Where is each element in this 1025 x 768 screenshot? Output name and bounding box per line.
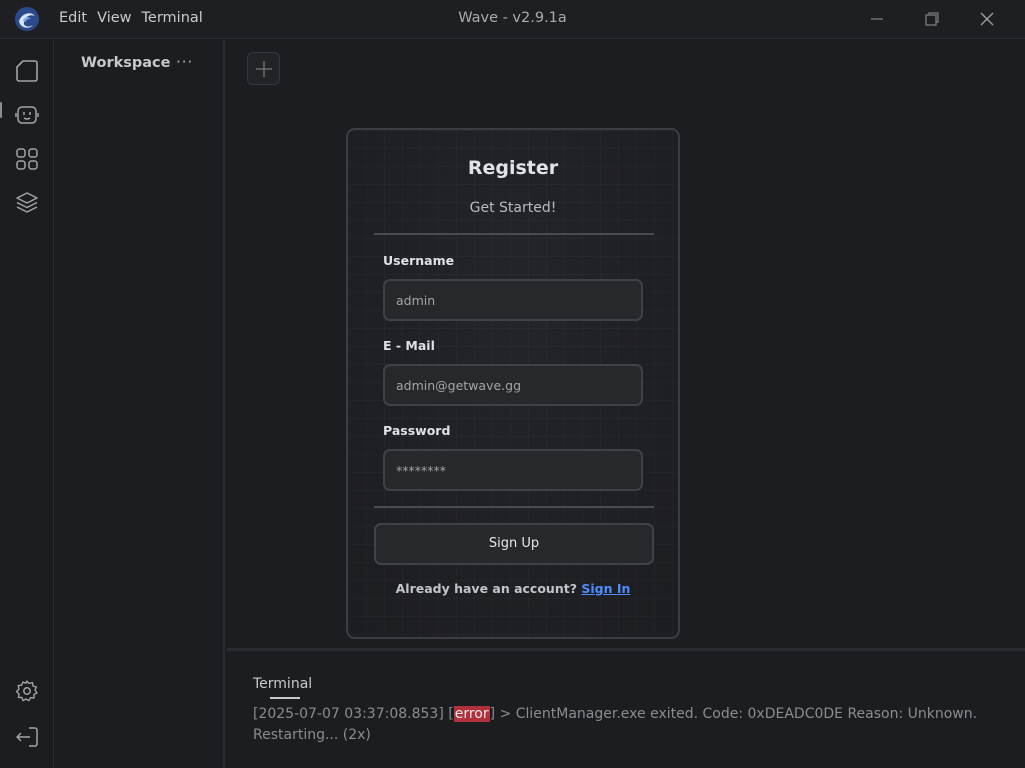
sign-up-button[interactable]: Sign Up (374, 523, 654, 565)
terminal-log-line: [2025-07-07 03:37:08.853] [error] > Clie… (253, 706, 978, 743)
sign-in-link[interactable]: Sign In (581, 581, 630, 596)
files-button[interactable] (14, 58, 40, 84)
apps-grid-icon (16, 148, 38, 170)
minimize-icon (871, 18, 883, 20)
workspace-more-button[interactable]: ··· (176, 53, 193, 71)
close-button[interactable] (977, 9, 997, 29)
settings-button[interactable] (14, 678, 40, 704)
terminal-tab-underline (270, 697, 300, 699)
log-level-badge: error (453, 706, 490, 722)
wave-logo-icon[interactable] (14, 6, 40, 32)
close-icon (980, 12, 994, 26)
tab-terminal[interactable]: Terminal (253, 676, 312, 692)
maximize-button[interactable] (922, 9, 942, 29)
username-label: Username (383, 253, 455, 268)
logout-icon (16, 727, 38, 747)
file-icon (16, 60, 38, 82)
already-text: Already have an account? (395, 581, 577, 596)
logout-button[interactable] (14, 724, 40, 750)
sign-in-prompt: Already have an account? Sign In (348, 581, 678, 596)
workspace-title: Workspace (81, 55, 171, 71)
gear-icon (15, 680, 38, 702)
active-indicator (0, 102, 2, 118)
menu-view[interactable]: View (97, 10, 131, 26)
menu-bar: Edit View Terminal (59, 10, 203, 26)
layers-icon (16, 192, 38, 213)
menu-terminal[interactable]: Terminal (142, 10, 203, 26)
username-input[interactable] (383, 279, 643, 321)
assistant-button[interactable] (14, 102, 40, 128)
email-input[interactable] (383, 364, 643, 406)
activity-bar (0, 40, 54, 768)
terminal-panel: Terminal [2025-07-07 03:37:08.853] [erro… (227, 648, 1025, 768)
layers-button[interactable] (14, 190, 40, 216)
bottom-divider (374, 506, 654, 508)
top-divider (374, 233, 654, 235)
password-label: Password (383, 423, 451, 438)
main-area: Register Get Started! Username E - Mail … (227, 40, 1025, 648)
apps-button[interactable] (14, 146, 40, 172)
restore-icon (925, 12, 939, 26)
workspace-panel: Workspace ··· (55, 40, 225, 768)
title-bar: Edit View Terminal Wave - v2.9.1a (0, 0, 1025, 39)
robot-icon (15, 106, 39, 124)
window-title: Wave - v2.9.1a (458, 10, 567, 26)
register-card: Register Get Started! Username E - Mail … (346, 128, 680, 639)
add-tab-button[interactable] (247, 52, 280, 85)
register-subtitle: Get Started! (469, 200, 557, 216)
menu-edit[interactable]: Edit (59, 10, 87, 26)
plus-icon (256, 61, 272, 77)
register-title: Register (467, 157, 559, 179)
minimize-button[interactable] (867, 9, 887, 29)
log-timestamp: [2025-07-07 03:37:08.853] (253, 706, 444, 722)
email-label: E - Mail (383, 338, 435, 353)
password-input[interactable] (383, 449, 643, 491)
